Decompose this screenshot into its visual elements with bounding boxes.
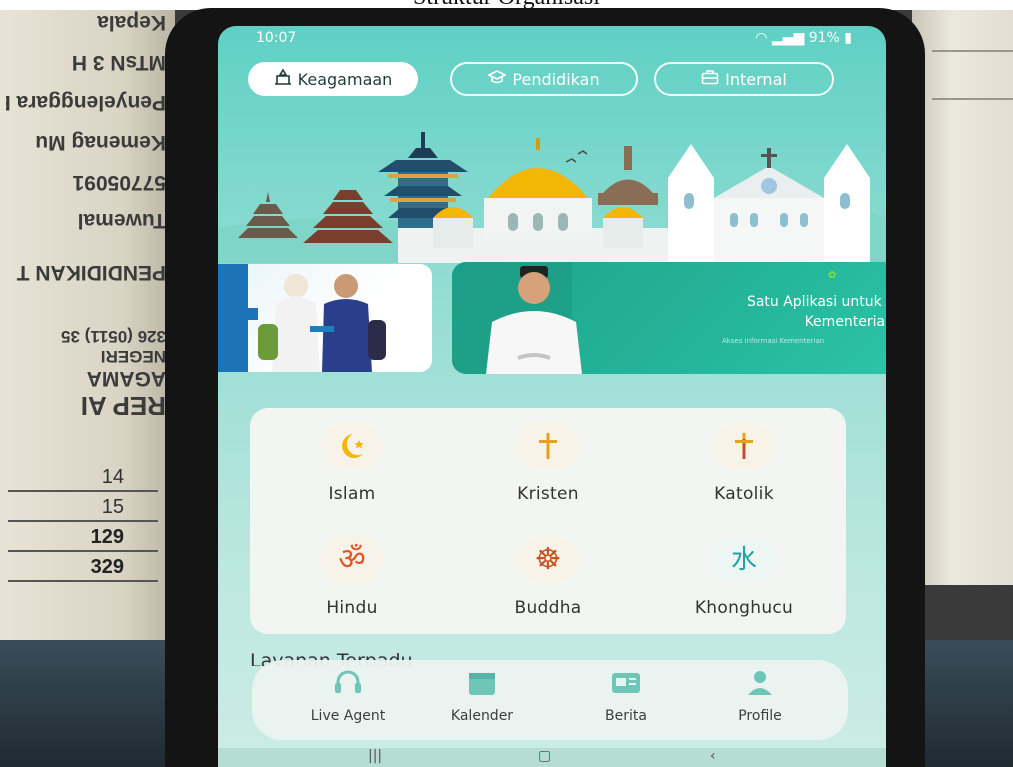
nav-label: Berita (605, 708, 647, 724)
menu-item-kristen[interactable]: Kristen (453, 412, 643, 512)
dharma-wheel-icon: ☸ (517, 536, 579, 584)
menu-item-label: Islam (328, 484, 376, 504)
status-right: ◠ ▂▄▆ 91% ▮ (755, 30, 852, 46)
nav-label: Profile (738, 708, 782, 724)
status-time: 10:07 (256, 30, 297, 46)
back-icon[interactable]: ‹ (710, 748, 716, 764)
om-glyph: ॐ (338, 542, 366, 577)
bottom-navigation: Live Agent Kalender Berita Profile (252, 660, 848, 740)
mosque-icon (274, 68, 292, 89)
menu-item-khonghucu[interactable]: 水 Khonghucu (649, 526, 839, 626)
person-icon (700, 668, 820, 698)
news-icon (566, 668, 686, 698)
battery-level: 91% (808, 30, 840, 46)
catholic-cross-icon (713, 422, 775, 470)
signal-icon: ▂▄▆ (771, 30, 805, 46)
promo-banner-small[interactable] (218, 264, 432, 372)
system-navigation-bar: ||| ▢ ‹ (218, 748, 886, 767)
paper-number: 14 (8, 462, 158, 492)
om-icon: ॐ (321, 536, 383, 584)
paper-text-line: AGAMA (86, 367, 166, 390)
paper-text-line: Tuwemal (77, 209, 166, 232)
confucian-symbol-icon: 水 (713, 536, 775, 584)
paper-number: 329 (8, 552, 158, 582)
banner-tagline-line2: Kementerian (804, 314, 886, 330)
menu-item-hindu[interactable]: ॐ Hindu (257, 526, 447, 626)
nav-berita[interactable]: Berita (566, 668, 686, 724)
background-paper-left: Kepala MTsN 3 H Penyelenggara B Kemenag … (0, 10, 175, 670)
wifi-icon: ◠ (755, 30, 768, 46)
cross-icon (517, 422, 579, 470)
home-icon[interactable]: ▢ (538, 748, 551, 764)
tab-internal[interactable]: Internal (654, 62, 834, 96)
paper-text-line: Kepala (97, 11, 166, 34)
menu-item-katolik[interactable]: Katolik (649, 412, 839, 512)
paper-number: 129 (8, 522, 158, 552)
menu-item-islam[interactable]: Islam (257, 412, 447, 512)
paper-text-line: Penyelenggara B (6, 91, 166, 114)
leaf-icon: ✿ (828, 270, 837, 281)
paper-text-line: REP AI (80, 391, 166, 421)
religious-buildings-illustration (218, 132, 886, 263)
nav-label: Kalender (450, 708, 514, 724)
religion-menu-card: Islam Kristen Katolik ॐ Hindu ☸ Buddha 水… (250, 408, 846, 634)
menu-item-label: Khonghucu (694, 598, 794, 618)
paper-number-column: 14 15 129 329 (8, 462, 158, 582)
banner-tagline-line1: Satu Aplikasi untuk L (746, 294, 886, 310)
nav-live-agent[interactable]: Live Agent (288, 668, 408, 724)
menu-item-label: Katolik (714, 484, 774, 504)
paper-text-line: NEGERI (100, 347, 166, 366)
crescent-star-icon (321, 422, 383, 470)
headset-icon (288, 668, 408, 698)
menu-item-buddha[interactable]: ☸ Buddha (453, 526, 643, 626)
paper-number: 15 (8, 492, 158, 522)
battery-icon: ▮ (844, 30, 852, 46)
menu-item-label: Buddha (514, 598, 582, 618)
dharma-glyph: ☸ (534, 542, 562, 577)
calendar-icon (422, 668, 542, 698)
tab-label: Pendidikan (512, 69, 600, 89)
paper-text-line: MTsN 3 H (71, 51, 166, 74)
nav-kalender[interactable]: Kalender (422, 668, 542, 724)
app-screen: 10:07 ◠ ▂▄▆ 91% ▮ Keagamaan Pendidikan I… (218, 26, 886, 767)
recent-apps-icon[interactable]: ||| (368, 748, 382, 764)
nav-profile[interactable]: Profile (700, 668, 820, 724)
paper-text-line: PENDIDIKAN T (16, 261, 166, 284)
promo-banner-main[interactable]: Satu Aplikasi untuk L Kementerian Akses … (452, 262, 886, 374)
tab-label: Internal (725, 69, 787, 89)
banner-fine-print: Akses informasi Kementerian (722, 337, 825, 345)
paper-text-line: Kemenag Mu (35, 131, 166, 154)
students-illustration (218, 264, 386, 372)
tab-label: Keagamaan (297, 69, 393, 89)
menu-item-label: Hindu (326, 598, 378, 618)
paper-text-line: 326 (0511) 35 (61, 327, 166, 346)
paper-text-line: 57705091 (72, 171, 166, 194)
briefcase-icon (701, 69, 719, 89)
graduation-cap-icon (487, 69, 508, 89)
status-bar: 10:07 ◠ ▂▄▆ 91% ▮ (218, 26, 886, 50)
tab-keagamaan[interactable]: Keagamaan (248, 62, 418, 96)
background-paper-right (912, 10, 1013, 585)
confucian-glyph: 水 (730, 545, 757, 575)
tab-pendidikan[interactable]: Pendidikan (450, 62, 638, 96)
menu-item-label: Kristen (517, 484, 579, 504)
nav-label: Live Agent (310, 708, 386, 724)
banner-tagline: Satu Aplikasi untuk L Kementerian (674, 292, 886, 332)
